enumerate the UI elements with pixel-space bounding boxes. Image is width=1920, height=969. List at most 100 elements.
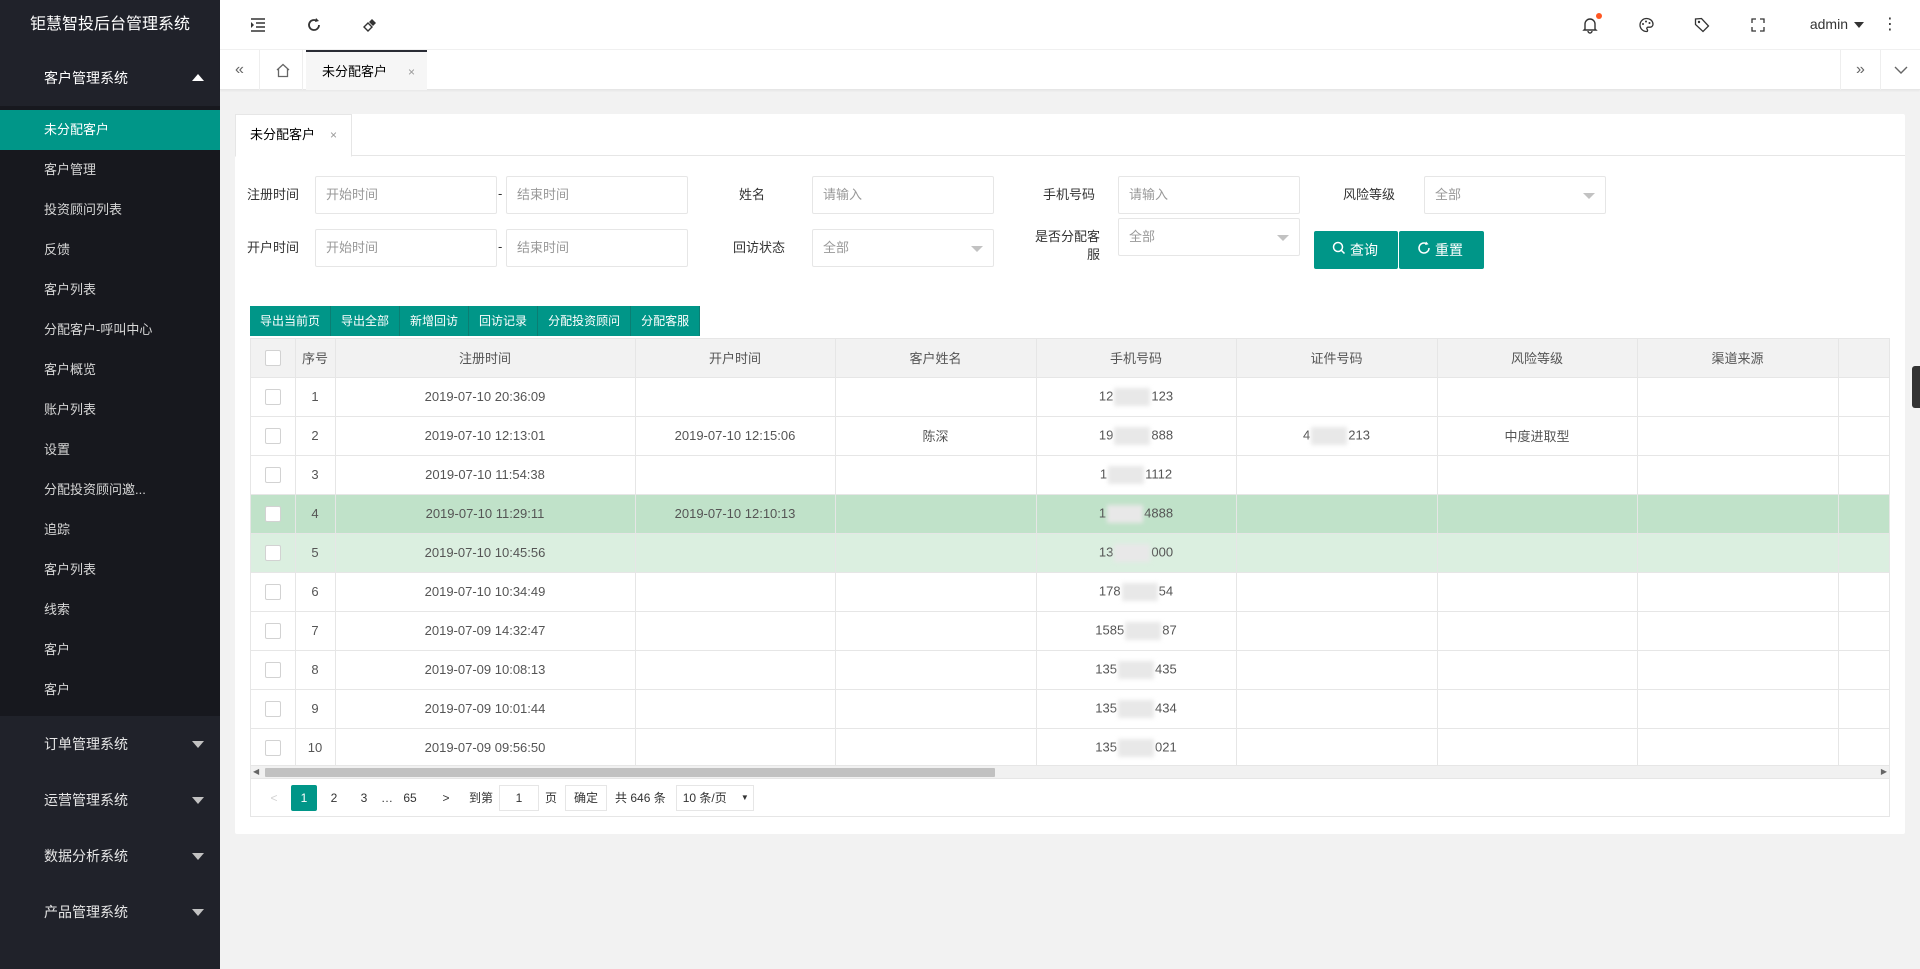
chevron-down-icon[interactable] xyxy=(1880,50,1920,90)
open-time-start-input[interactable]: 开始时间 xyxy=(315,229,497,267)
cell-id-number xyxy=(1236,572,1438,612)
sidebar-item[interactable]: 客户列表 xyxy=(0,270,220,310)
row-checkbox[interactable] xyxy=(264,622,281,639)
cell-risk xyxy=(1437,377,1638,417)
table-row[interactable]: 9 2019-07-09 10:01:44 135 434 xyxy=(251,689,1889,729)
row-checkbox[interactable] xyxy=(264,427,281,444)
clean-icon[interactable] xyxy=(360,15,380,35)
sidebar-item[interactable]: 客户 xyxy=(0,670,220,710)
tab-unassigned[interactable]: 未分配客户 × xyxy=(306,50,428,92)
bell-icon[interactable] xyxy=(1580,13,1602,35)
phone-input[interactable]: 请输入 xyxy=(1118,176,1300,214)
goto-page-input[interactable]: 1 xyxy=(499,784,540,811)
refresh-icon[interactable] xyxy=(304,15,324,35)
sidebar-item-unassigned[interactable]: 未分配客户 xyxy=(0,110,220,150)
scroll-left-icon[interactable]: ◀ xyxy=(253,767,259,776)
page-button[interactable]: 65 xyxy=(397,785,423,811)
row-checkbox[interactable] xyxy=(264,388,281,405)
add-visit-button[interactable]: 新增回访 xyxy=(400,306,470,336)
sidebar-item[interactable]: 客户管理 xyxy=(0,150,220,190)
checkbox-cell xyxy=(251,377,296,417)
row-checkbox[interactable] xyxy=(264,739,281,756)
table-row[interactable]: 3 2019-07-10 11:54:38 1 1112 xyxy=(251,455,1889,495)
export-all-button[interactable]: 导出全部 xyxy=(331,306,401,336)
menu-fold-icon[interactable] xyxy=(248,15,268,35)
page-button[interactable]: 1 xyxy=(291,784,317,811)
home-icon[interactable] xyxy=(263,50,303,90)
next-page-button[interactable]: > xyxy=(433,785,459,811)
row-checkbox[interactable] xyxy=(264,583,281,600)
select-all-checkbox[interactable] xyxy=(264,350,281,367)
row-checkbox[interactable] xyxy=(264,700,281,717)
menu-group-analytics[interactable]: 数据分析系统 xyxy=(0,828,220,884)
tag-icon[interactable] xyxy=(1692,15,1712,35)
more-icon[interactable]: ⋮ xyxy=(1882,14,1898,34)
search-button[interactable]: 查询 xyxy=(1314,231,1398,269)
table-row[interactable]: 7 2019-07-09 14:32:47 1585 87 xyxy=(251,611,1889,651)
risk-select[interactable]: 全部 xyxy=(1424,176,1606,214)
tabs-scroll-right-icon[interactable]: » xyxy=(1840,50,1880,90)
table-row[interactable]: 5 2019-07-10 10:45:56 13 000 xyxy=(251,533,1889,573)
reg-time-start-input[interactable]: 开始时间 xyxy=(315,176,497,214)
user-menu[interactable]: admin xyxy=(1810,16,1864,32)
scrollbar-thumb[interactable] xyxy=(265,768,995,777)
theme-icon[interactable] xyxy=(1636,15,1656,35)
sidebar-item[interactable]: 反馈 xyxy=(0,230,220,270)
cell-open-time xyxy=(635,377,836,417)
sidebar-item[interactable]: 客户 xyxy=(0,630,220,670)
table-row[interactable]: 6 2019-07-10 10:34:49 178 54 xyxy=(251,572,1889,612)
visit-records-button[interactable]: 回访记录 xyxy=(469,306,539,336)
export-current-button[interactable]: 导出当前页 xyxy=(250,306,332,336)
reg-time: 2019-07-10 11:54:38 xyxy=(425,467,545,482)
assign-service-button[interactable]: 分配客服 xyxy=(631,306,701,336)
menu-group-products[interactable]: 产品管理系统 xyxy=(0,884,220,940)
sidebar-item[interactable]: 分配投资顾问邀... xyxy=(0,470,220,510)
sidebar-item[interactable]: 账户列表 xyxy=(0,390,220,430)
open-time-end-input[interactable]: 结束时间 xyxy=(506,229,688,267)
row-checkbox[interactable] xyxy=(264,466,281,483)
sidebar-item[interactable]: 客户列表 xyxy=(0,550,220,590)
card-tab-unassigned[interactable]: 未分配客户 × xyxy=(235,114,353,157)
prev-page-button[interactable]: < xyxy=(261,785,287,811)
assign-advisor-button[interactable]: 分配投资顾问 xyxy=(538,306,632,336)
menu-group-operations[interactable]: 运营管理系统 xyxy=(0,772,220,828)
table-row[interactable]: 2 2019-07-10 12:13:01 2019-07-10 12:15:06 陈… xyxy=(251,416,1889,456)
phone-prefix: 19 xyxy=(1098,426,1114,442)
side-panel-handle[interactable] xyxy=(1912,366,1920,408)
page-size-select[interactable]: 10 条/页 xyxy=(675,784,754,811)
scroll-right-icon[interactable]: ▶ xyxy=(1881,767,1887,776)
menu-group-customer[interactable]: 客户管理系统 xyxy=(0,50,220,106)
table-row[interactable]: 10 2019-07-09 09:56:50 135 021 xyxy=(251,728,1889,768)
top-header: admin ⋮ xyxy=(220,0,1920,50)
close-icon[interactable]: × xyxy=(330,115,337,155)
reset-button[interactable]: 重置 xyxy=(1399,231,1484,269)
tabs-scroll-left-icon[interactable]: « xyxy=(220,50,260,90)
table-row[interactable]: 8 2019-07-09 10:08:13 135 435 xyxy=(251,650,1889,690)
cell-open-time xyxy=(635,455,836,495)
cell-id-number xyxy=(1236,728,1438,768)
close-icon[interactable]: × xyxy=(408,52,415,92)
page-button[interactable]: 3 xyxy=(351,785,377,811)
row-checkbox[interactable] xyxy=(264,505,281,522)
pagination: < 1 2 3 … 65 > 到第 1 页 确定 共 646 条 10 条/页 xyxy=(250,779,1890,817)
name-input[interactable]: 请输入 xyxy=(812,176,994,214)
page-button[interactable]: 2 xyxy=(321,785,347,811)
reg-time-end-input[interactable]: 结束时间 xyxy=(506,176,688,214)
table-row[interactable]: 4 2019-07-10 11:29:11 2019-07-10 12:10:13 1… xyxy=(251,494,1889,534)
row-checkbox[interactable] xyxy=(264,544,281,561)
horizontal-scrollbar[interactable]: ◀ ▶ xyxy=(250,765,1890,779)
visit-status-select[interactable]: 全部 xyxy=(812,229,994,267)
sidebar-item[interactable]: 追踪 xyxy=(0,510,220,550)
table-row[interactable]: 1 2019-07-10 20:36:09 12 123 xyxy=(251,377,1889,417)
sidebar-item[interactable]: 投资顾问列表 xyxy=(0,190,220,230)
sidebar-item[interactable]: 设置 xyxy=(0,430,220,470)
sidebar-item[interactable]: 客户概览 xyxy=(0,350,220,390)
column-header: 序号 xyxy=(295,339,336,378)
fullscreen-icon[interactable] xyxy=(1748,15,1768,35)
sidebar-item[interactable]: 线索 xyxy=(0,590,220,630)
row-checkbox[interactable] xyxy=(264,661,281,678)
goto-confirm-button[interactable]: 确定 xyxy=(565,784,608,811)
menu-group-orders[interactable]: 订单管理系统 xyxy=(0,716,220,772)
sidebar-item[interactable]: 分配客户-呼叫中心 xyxy=(0,310,220,350)
assigned-service-select[interactable]: 全部 xyxy=(1118,218,1300,256)
